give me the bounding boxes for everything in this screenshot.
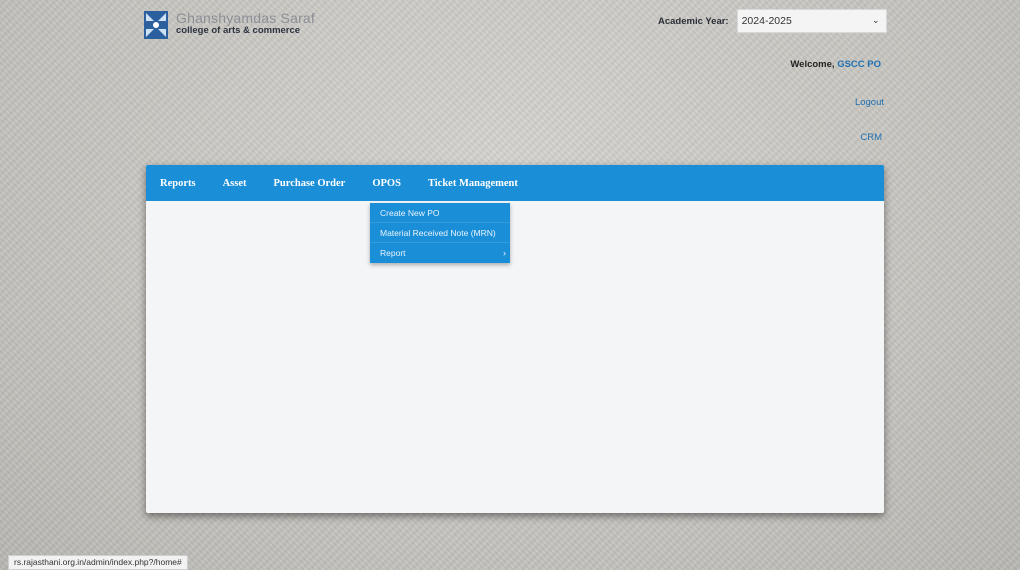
logout-link[interactable]: Logout (855, 97, 884, 108)
college-subtitle: college of arts & commerce (176, 25, 301, 36)
menu-item-label: Create New PO (380, 208, 440, 218)
college-logo[interactable]: Ghanshyamdas Saraf college of arts & com… (144, 11, 315, 39)
academic-year-label: Academic Year: (658, 15, 729, 27)
menu-item-material-received-note[interactable]: Material Received Note (MRN) (370, 223, 510, 243)
menu-item-label: Report (380, 248, 406, 258)
chevron-right-icon: › (503, 248, 506, 258)
welcome-text: Welcome, GSCC PO (790, 59, 881, 70)
main-navbar: Reports Asset Purchase Order OPOS Ticket… (146, 165, 884, 201)
welcome-prefix: Welcome, (790, 59, 835, 70)
academic-year-value: 2024-2025 (741, 15, 792, 27)
nav-item-purchase-order[interactable]: Purchase Order (274, 178, 346, 189)
college-name: Ghanshyamdas Saraf (176, 10, 316, 26)
nav-item-reports[interactable]: Reports (160, 178, 196, 189)
academic-year-select[interactable]: 2024-2025 ⌄ (736, 9, 887, 33)
user-name: GSCC PO (837, 59, 881, 70)
crm-link[interactable]: CRM (860, 132, 882, 143)
logo-emblem-icon (144, 11, 168, 39)
nav-item-ticket-management[interactable]: Ticket Management (428, 178, 518, 189)
main-panel: Reports Asset Purchase Order OPOS Ticket… (146, 165, 884, 513)
nav-item-asset[interactable]: Asset (223, 178, 247, 189)
menu-item-report[interactable]: Report › (370, 243, 510, 263)
chevron-down-icon: ⌄ (872, 15, 880, 25)
menu-item-label: Material Received Note (MRN) (380, 228, 496, 238)
academic-year-control: Academic Year: 2024-2025 ⌄ (658, 9, 887, 33)
nav-item-opos[interactable]: OPOS (372, 178, 401, 189)
opos-dropdown-menu: Create New PO Material Received Note (MR… (370, 203, 510, 263)
menu-item-create-new-po[interactable]: Create New PO (370, 203, 510, 223)
status-bar-url: rs.rajasthani.org.in/admin/index.php?/ho… (8, 555, 188, 570)
